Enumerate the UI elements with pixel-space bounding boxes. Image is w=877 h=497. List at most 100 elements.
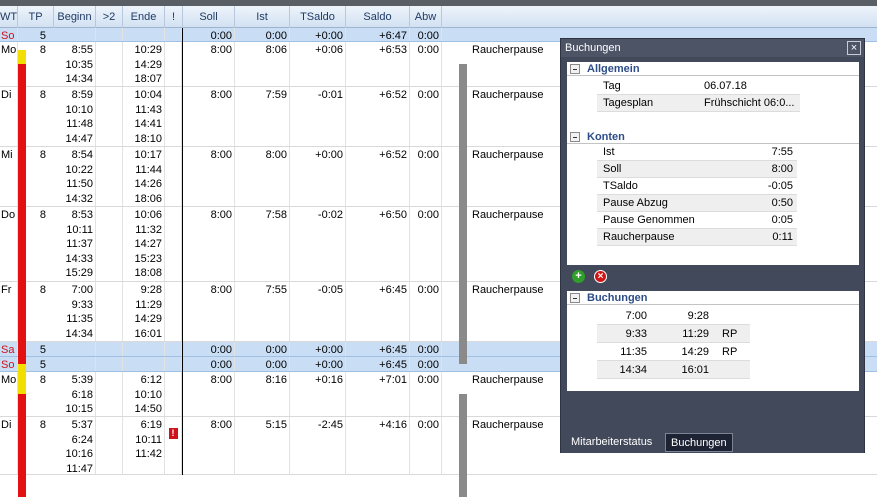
col-header-warning[interactable]: !	[165, 6, 183, 28]
collapse-icon[interactable]	[570, 293, 580, 303]
remark-cell: Raucherpause	[472, 419, 544, 431]
x-circle-icon[interactable]: ×	[594, 270, 607, 283]
col-header-ist[interactable]: Ist	[235, 6, 290, 28]
item-value: 0:50	[771, 197, 793, 209]
ende-cell: 9:28 11:29 14:29 16:01	[123, 282, 165, 341]
abw-cell: 0:00	[410, 147, 442, 206]
soll-cell: 0:00	[183, 28, 235, 41]
ende-cell	[123, 342, 165, 356]
section-header-allgemein[interactable]: Allgemein	[567, 62, 859, 76]
tagesplan-color-bar	[18, 379, 26, 394]
col-header-tsaldo[interactable]: TSaldo	[290, 6, 346, 28]
tsaldo-cell: +0:00	[290, 147, 346, 206]
buchung-gehen: 14:29	[681, 346, 709, 358]
col-header-soll[interactable]: Soll	[183, 6, 235, 28]
soll-cell: 0:00	[183, 342, 235, 356]
item-label: Pause Genommen	[603, 214, 695, 226]
tagesplan-cell: 5	[39, 30, 46, 41]
remark-cell: Raucherpause	[472, 284, 544, 296]
gt2-cell	[96, 207, 123, 281]
beginn-cell: 8:53 10:11 11:37 14:33 15:29	[54, 207, 96, 281]
col-header-gt2[interactable]: >2	[96, 6, 123, 28]
col-header-saldo[interactable]: Saldo	[346, 6, 410, 28]
ist-cell: 0:00	[235, 357, 290, 371]
list-item[interactable]: Ist 7:55	[597, 144, 797, 161]
list-item[interactable]: Tagesplan Frühschicht 06:0...	[597, 95, 800, 112]
tagesplan-color-bar	[18, 50, 26, 64]
col-header-tp[interactable]: TP	[18, 6, 54, 28]
col-header-abw[interactable]: Abw	[410, 6, 442, 28]
collapse-icon[interactable]	[570, 64, 580, 74]
buchung-row[interactable]: 9:33 11:29 RP	[597, 325, 750, 343]
tsaldo-cell: +0:16	[290, 372, 346, 416]
col-header-ende[interactable]: Ende	[123, 6, 165, 28]
list-item[interactable]: Pause Abzug 0:50	[597, 195, 797, 212]
list-item[interactable]: Pause Genommen 0:05	[597, 212, 797, 229]
tab-buchungen[interactable]: Buchungen	[665, 433, 733, 452]
warning-cell: !	[165, 417, 182, 474]
item-value: 0:05	[771, 214, 793, 226]
ist-cell: 5:15	[235, 417, 290, 474]
col-header-wt[interactable]: WT	[0, 6, 18, 28]
item-label: TSaldo	[603, 180, 638, 192]
tagesplan-color-bar	[18, 229, 26, 304]
weekday-cell: Fr	[0, 282, 18, 341]
weekday-cell: Di	[0, 417, 18, 474]
beginn-cell: 5:39 6:18 10:15	[54, 372, 96, 416]
remark-cell: Raucherpause	[472, 374, 544, 386]
buchung-row[interactable]: 14:34 16:01	[597, 361, 750, 379]
section-header-buchungen[interactable]: Buchungen	[567, 291, 859, 305]
ist-cell: 8:06	[235, 42, 290, 86]
warning-cell	[165, 87, 182, 146]
ende-cell	[123, 28, 165, 41]
plus-circle-icon[interactable]: +	[572, 270, 585, 283]
panel-title: Buchungen	[561, 39, 864, 57]
list-item[interactable]: TSaldo -0:05	[597, 178, 797, 195]
buchung-kommen: 14:34	[619, 364, 647, 376]
abw-cell: 0:00	[410, 207, 442, 281]
ende-cell: 10:17 11:44 14:26 18:06	[123, 147, 165, 206]
collapse-icon[interactable]	[570, 132, 580, 142]
saldo-cell: +6:45	[346, 342, 410, 356]
item-label: Tagesplan	[603, 97, 654, 109]
abw-cell: 0:00	[410, 28, 442, 41]
close-icon[interactable]: ×	[847, 41, 861, 55]
buchung-row[interactable]: 11:35 14:29 RP	[597, 343, 750, 361]
list-item[interactable]: Tag 06.07.18	[597, 78, 800, 95]
row-status-bar	[459, 394, 467, 439]
panel-toolbar: + ×	[561, 265, 864, 289]
tsaldo-cell: -2:45	[290, 417, 346, 474]
weekday-cell: Mi	[0, 147, 18, 206]
warning-cell	[165, 207, 182, 281]
weekday-cell: Mo	[0, 42, 18, 86]
abw-cell: 0:00	[410, 372, 442, 416]
tsaldo-cell: -0:02	[290, 207, 346, 281]
list-item[interactable]: Raucherpause 0:11	[597, 229, 797, 246]
gt2-cell	[96, 357, 123, 371]
buchung-row[interactable]: 7:00 9:28	[597, 307, 750, 325]
section-header-konten[interactable]: Konten	[567, 130, 859, 144]
buchung-code: RP	[722, 328, 738, 340]
weekday-cell: So	[0, 357, 18, 371]
gt2-cell	[96, 147, 123, 206]
buchung-gehen: 9:28	[687, 310, 709, 322]
buchung-kommen: 11:35	[620, 346, 647, 358]
warning-cell	[165, 357, 182, 371]
abw-cell: 0:00	[410, 42, 442, 86]
row-status-bar	[459, 229, 467, 304]
gt2-cell	[96, 42, 123, 86]
exclamation-icon[interactable]: !	[168, 428, 178, 439]
item-value: -0:05	[767, 180, 793, 192]
item-label: Ist	[603, 146, 615, 158]
item-label: Tag	[603, 80, 621, 92]
buchungen-panel: Buchungen × Allgemein Tag 06.07.18 Tagespl…	[560, 38, 865, 453]
abw-cell: 0:00	[410, 357, 442, 371]
col-header-beginn[interactable]: Beginn	[54, 6, 96, 28]
ist-cell: 8:00	[235, 147, 290, 206]
tagesplan-color-bar	[18, 64, 26, 109]
tagesplan-color-bar	[18, 364, 26, 379]
soll-cell: 8:00	[183, 417, 235, 474]
abw-cell: 0:00	[410, 87, 442, 146]
tab-mitarbeiterstatus[interactable]: Mitarbeiterstatus	[566, 433, 657, 452]
list-item[interactable]: Soll 8:00	[597, 161, 797, 178]
